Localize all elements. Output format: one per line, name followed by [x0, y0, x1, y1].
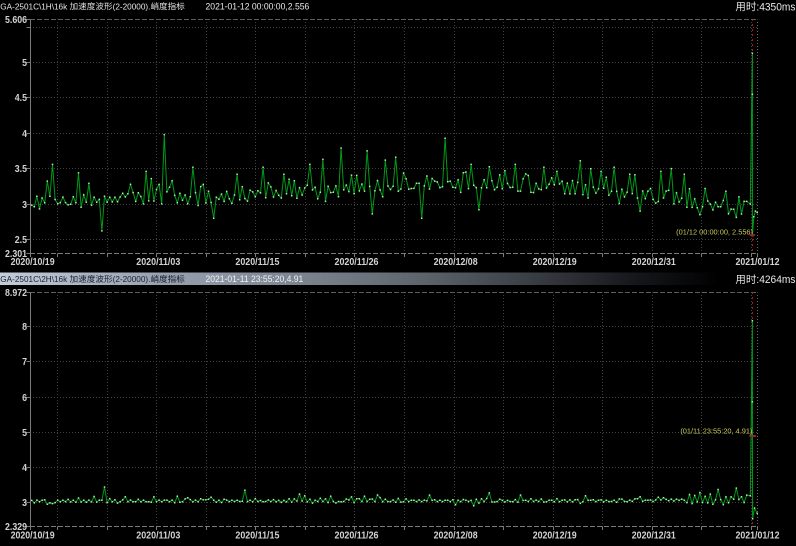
svg-text:2020/12/31: 2020/12/31 [632, 257, 676, 268]
svg-text:5: 5 [22, 428, 27, 439]
svg-text:7: 7 [22, 357, 27, 368]
svg-text:4: 4 [22, 463, 27, 474]
svg-text:2020/10/19: 2020/10/19 [11, 530, 55, 541]
svg-text:2020/12/19: 2020/12/19 [533, 530, 577, 541]
svg-text:(01/11 23:55:20, 4.91): (01/11 23:55:20, 4.91) [680, 426, 752, 435]
svg-text:2020/11/03: 2020/11/03 [136, 530, 180, 541]
svg-text:2020/12/08: 2020/12/08 [434, 530, 478, 541]
svg-text:2021/01/12: 2021/01/12 [736, 530, 780, 541]
svg-text:6: 6 [22, 393, 27, 404]
svg-text:2.5: 2.5 [15, 235, 27, 246]
svg-text:5.606: 5.606 [5, 15, 27, 26]
svg-text:(01/12 00:00:00, 2.556): (01/12 00:00:00, 2.556) [676, 228, 753, 237]
svg-text:4.5: 4.5 [15, 93, 27, 104]
svg-text:2021/01/12: 2021/01/12 [736, 257, 780, 268]
svg-text:2020/11/26: 2020/11/26 [335, 530, 379, 541]
svg-text:2020/11/03: 2020/11/03 [136, 257, 180, 268]
svg-text:3: 3 [22, 200, 27, 211]
svg-text:5: 5 [22, 58, 27, 69]
svg-text:8.972: 8.972 [5, 288, 27, 299]
svg-text:GA-2501C\1H\16k: GA-2501C\1H\16k [0, 2, 68, 11]
svg-text:2020/10/19: 2020/10/19 [11, 257, 55, 268]
svg-text:GA-2501C\2H\16k: GA-2501C\2H\16k [0, 275, 68, 284]
svg-text::4350ms: :4350ms [756, 1, 796, 13]
svg-text:8: 8 [22, 322, 27, 333]
svg-text:2020/11/15: 2020/11/15 [235, 257, 279, 268]
svg-text:2020/12/19: 2020/12/19 [533, 257, 577, 268]
svg-text:2021-01-12 00:00:00,2.556: 2021-01-12 00:00:00,2.556 [206, 1, 310, 11]
svg-text:(2-20000).: (2-20000). [113, 2, 151, 11]
svg-text:3: 3 [22, 498, 27, 509]
svg-text:(2-20000).: (2-20000). [113, 275, 151, 284]
svg-text:2020/12/31: 2020/12/31 [632, 530, 676, 541]
svg-text:2020/11/15: 2020/11/15 [235, 530, 279, 541]
svg-text:2020/12/08: 2020/12/08 [434, 257, 478, 268]
svg-text:4: 4 [22, 129, 27, 140]
svg-text:2020/11/26: 2020/11/26 [335, 257, 379, 268]
svg-text::4264ms: :4264ms [756, 274, 796, 286]
svg-text:3.5: 3.5 [15, 164, 27, 175]
svg-text:2021-01-11 23:55:20,4.91: 2021-01-11 23:55:20,4.91 [206, 274, 304, 284]
